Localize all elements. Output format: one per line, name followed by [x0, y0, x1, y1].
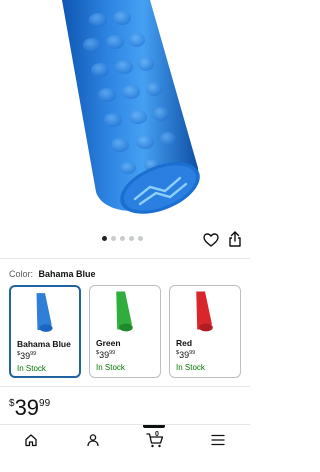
carousel-dot[interactable] — [111, 236, 116, 241]
selected-color-row: Color: Bahama Blue — [9, 269, 96, 279]
carousel-dot[interactable] — [129, 236, 134, 241]
swatch-price: $3999 — [176, 350, 196, 360]
carousel-dot[interactable] — [138, 236, 143, 241]
nav-menu[interactable] — [193, 425, 243, 455]
nav-account[interactable] — [68, 425, 118, 455]
price-whole: 39 — [14, 395, 40, 420]
swatch-thumbnail — [36, 293, 53, 332]
menu-icon — [211, 434, 225, 446]
swatch-name: Bahama Blue — [17, 339, 71, 349]
swatch-red[interactable]: Red $3999 In Stock — [169, 285, 241, 378]
swatch-price: $3999 — [17, 351, 37, 361]
bottom-nav-bar — [0, 424, 250, 472]
product-image[interactable] — [0, 0, 250, 232]
image-carousel-dots[interactable] — [102, 236, 143, 241]
swatch-stock: In Stock — [96, 363, 125, 372]
color-swatches: Bahama Blue $3999 In Stock Green $3999 I… — [9, 285, 269, 380]
swatch-thumbnail — [196, 291, 213, 332]
share-icon[interactable] — [228, 231, 242, 247]
swatch-thumbnail — [116, 291, 133, 332]
home-icon — [25, 434, 37, 447]
swatch-name: Green — [96, 338, 121, 348]
color-value: Bahama Blue — [38, 269, 96, 279]
product-price: $3999 — [9, 397, 50, 419]
carousel-dot[interactable] — [120, 236, 125, 241]
swatch-name: Red — [176, 338, 193, 348]
grip-image — [62, 0, 200, 214]
price-fraction: 99 — [39, 398, 51, 409]
color-label: Color: — [9, 269, 34, 279]
carousel-dot[interactable] — [102, 236, 107, 241]
swatch-green[interactable]: Green $3999 In Stock — [89, 285, 161, 378]
cart-count-badge: 0 — [155, 431, 159, 438]
section-divider — [0, 258, 250, 259]
nav-home[interactable] — [6, 425, 56, 455]
account-icon — [87, 434, 99, 447]
swatch-bahama-blue[interactable]: Bahama Blue $3999 In Stock — [9, 285, 81, 378]
nav-cart[interactable] — [130, 425, 180, 455]
section-divider — [0, 386, 250, 387]
heart-icon[interactable] — [203, 232, 219, 248]
swatch-price: $3999 — [96, 350, 116, 360]
swatch-stock: In Stock — [17, 364, 46, 373]
swatch-stock: In Stock — [176, 363, 205, 372]
